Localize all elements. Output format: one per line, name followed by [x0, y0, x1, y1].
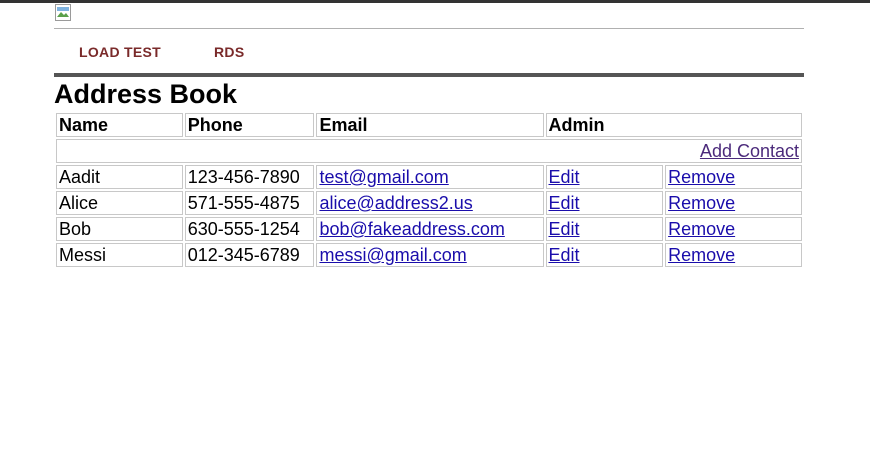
remove-cell: Remove — [665, 165, 802, 189]
edit-link[interactable]: Edit — [549, 219, 580, 239]
contact-email-link[interactable]: alice@address2.us — [319, 193, 472, 213]
edit-cell: Edit — [545, 191, 664, 215]
add-contact-row: Add Contact — [56, 139, 802, 163]
contact-email-link[interactable]: bob@fakeaddress.com — [319, 219, 504, 239]
column-header-phone: Phone — [184, 113, 315, 137]
contact-name: Bob — [56, 217, 183, 241]
table-row: Alice 571-555-4875 alice@address2.us Edi… — [56, 191, 802, 215]
remove-cell: Remove — [665, 217, 802, 241]
remove-link[interactable]: Remove — [668, 219, 735, 239]
contact-email-cell: messi@gmail.com — [316, 243, 544, 267]
nav-load-test-link[interactable]: LOAD TEST — [79, 44, 161, 60]
add-contact-link[interactable]: Add Contact — [700, 141, 799, 161]
header-divider — [54, 28, 804, 29]
contact-phone: 012-345-6789 — [184, 243, 315, 267]
table-row: Aadit 123-456-7890 test@gmail.com Edit R… — [56, 165, 802, 189]
table-row: Messi 012-345-6789 messi@gmail.com Edit … — [56, 243, 802, 267]
nav-rds-link[interactable]: RDS — [214, 44, 244, 60]
contact-name: Messi — [56, 243, 183, 267]
contact-email-cell: test@gmail.com — [316, 165, 544, 189]
remove-link[interactable]: Remove — [668, 193, 735, 213]
edit-cell: Edit — [545, 217, 664, 241]
column-header-admin: Admin — [545, 113, 802, 137]
remove-cell: Remove — [665, 191, 802, 215]
edit-link[interactable]: Edit — [549, 245, 580, 265]
remove-link[interactable]: Remove — [668, 245, 735, 265]
contact-email-link[interactable]: messi@gmail.com — [319, 245, 466, 265]
contact-email-cell: alice@address2.us — [316, 191, 544, 215]
table-header-row: Name Phone Email Admin — [56, 113, 802, 137]
add-contact-cell: Add Contact — [56, 139, 802, 163]
edit-cell: Edit — [545, 165, 664, 189]
contact-phone: 630-555-1254 — [184, 217, 315, 241]
page-title: Address Book — [54, 79, 238, 109]
contact-name: Aadit — [56, 165, 183, 189]
remove-link[interactable]: Remove — [668, 167, 735, 187]
contact-phone: 123-456-7890 — [184, 165, 315, 189]
address-book-table: Name Phone Email Admin Add Contact Aadit… — [54, 111, 804, 269]
table-row: Bob 630-555-1254 bob@fakeaddress.com Edi… — [56, 217, 802, 241]
broken-image-icon — [55, 4, 73, 22]
contact-phone: 571-555-4875 — [184, 191, 315, 215]
contact-name: Alice — [56, 191, 183, 215]
edit-cell: Edit — [545, 243, 664, 267]
nav-divider — [54, 73, 804, 77]
edit-link[interactable]: Edit — [549, 193, 580, 213]
remove-cell: Remove — [665, 243, 802, 267]
contact-email-cell: bob@fakeaddress.com — [316, 217, 544, 241]
column-header-name: Name — [56, 113, 183, 137]
column-header-email: Email — [316, 113, 544, 137]
contact-email-link[interactable]: test@gmail.com — [319, 167, 448, 187]
top-border — [0, 0, 870, 3]
edit-link[interactable]: Edit — [549, 167, 580, 187]
